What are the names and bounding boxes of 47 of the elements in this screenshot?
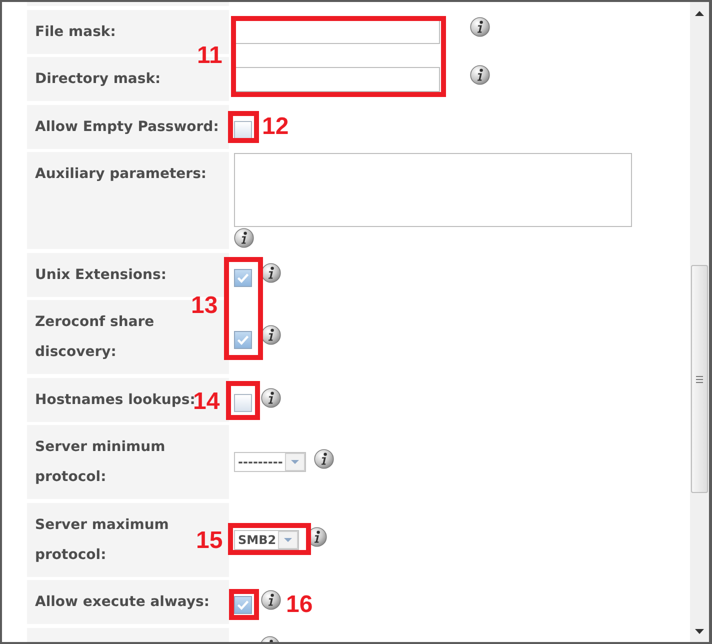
field-label: Directory mask: [35,71,161,87]
annotation-number: 15 [196,529,223,553]
info-icon[interactable] [261,262,281,282]
field-label: Server maximum protocol: [35,516,169,562]
check-icon [237,272,249,282]
grip-icon [696,376,703,382]
protocol-select[interactable]: SMB2 [234,530,300,550]
annotation-number: 13 [191,294,218,318]
protocol-select[interactable]: --------- [234,452,306,472]
annotation-number: 12 [262,115,289,139]
field-label: Unix Extensions: [35,266,166,282]
scroll-up-arrow-icon[interactable] [695,11,704,16]
check-icon [237,335,249,345]
field-label: Server minimum protocol: [35,439,166,485]
scroll-down-arrow-icon[interactable] [695,629,704,634]
check-icon [237,600,249,610]
info-icon[interactable] [314,449,334,469]
info-icon[interactable] [261,590,281,610]
text-field[interactable] [234,19,440,44]
field-label: Allow Empty Password: [35,118,219,134]
info-icon[interactable] [470,17,490,37]
field-label: Auxiliary parameters: [35,166,207,182]
annotation-frame [226,381,260,420]
info-icon[interactable] [261,388,281,408]
textarea-field[interactable] [234,153,632,227]
annotation-number: 16 [286,593,313,617]
info-icon[interactable] [234,228,254,248]
info-icon[interactable] [261,325,281,345]
scrollbar-thumb[interactable] [691,265,708,493]
text-field[interactable] [234,66,440,92]
checkbox[interactable] [234,268,252,286]
field-label: Hostnames lookups: [35,392,196,408]
info-icon[interactable] [470,64,490,84]
annotation-number: 14 [193,390,220,414]
field-label: Allow execute always: [35,594,210,610]
annotation-number: 11 [197,44,222,68]
caret-icon [278,530,298,548]
annotation-frame [228,111,259,143]
field-label: Zeroconf share discovery: [35,314,154,360]
checkbox[interactable] [234,120,252,138]
caret-icon [284,453,305,471]
scrollbar-track[interactable] [690,2,709,642]
annotation-frame [229,589,259,620]
checkbox[interactable] [234,596,252,614]
checkbox[interactable] [234,394,252,412]
field-label: File mask: [35,24,116,40]
checkbox[interactable] [234,331,252,349]
